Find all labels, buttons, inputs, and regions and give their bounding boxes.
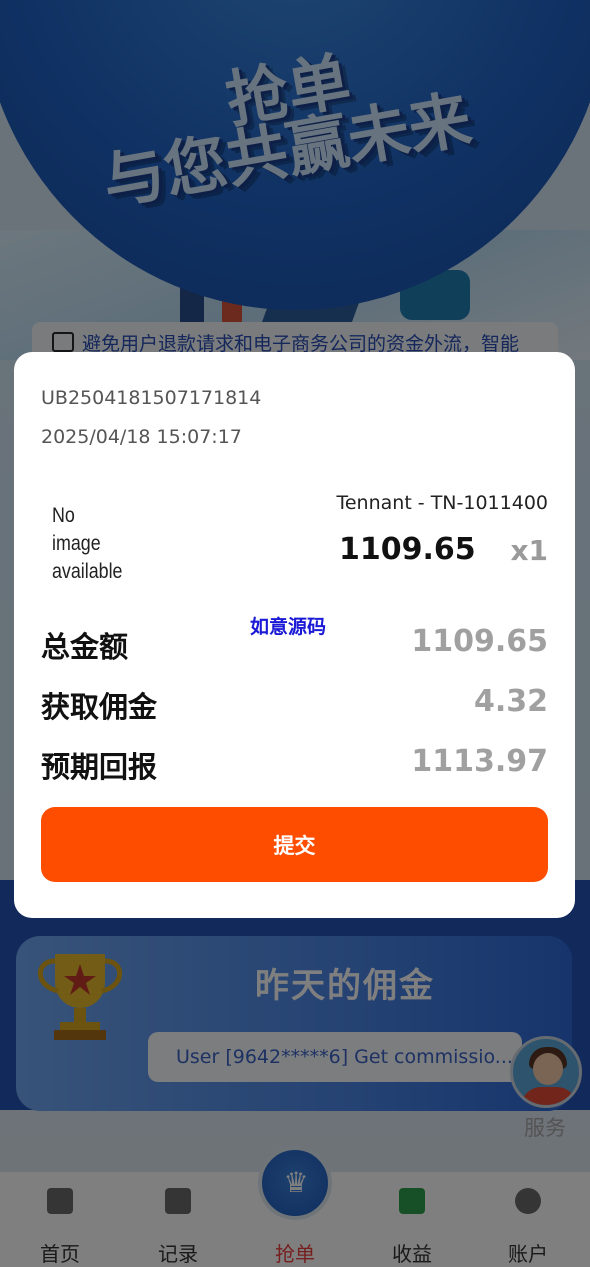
expected-return-value: 1113.97 [411, 744, 548, 779]
summary-row-commission: 获取佣金 4.32 [41, 684, 548, 728]
order-time: 2025/04/18 15:07:17 [41, 426, 242, 448]
order-confirm-dialog: UB2504181507171814 2025/04/18 15:07:17 N… [14, 352, 575, 918]
product-image-placeholder: No image available [40, 502, 140, 583]
commission-label: 获取佣金 [41, 690, 158, 724]
summary-row-expected-return: 预期回报 1113.97 [41, 744, 548, 788]
order-number: UB2504181507171814 [41, 387, 262, 409]
no-image-text-line1: No image [52, 504, 101, 555]
product-quantity: x1 [510, 534, 548, 567]
total-amount-label: 总金额 [41, 630, 129, 664]
product-price: 1109.65 [339, 532, 476, 567]
product-name: Tennant - TN-1011400 [336, 492, 548, 514]
submit-button[interactable]: 提交 [41, 807, 548, 882]
total-amount-value: 1109.65 [411, 624, 548, 659]
no-image-text-line2: available [52, 560, 123, 583]
expected-return-label: 预期回报 [41, 750, 158, 784]
summary-row-total: 总金额 1109.65 [41, 624, 548, 668]
commission-value: 4.32 [473, 684, 548, 719]
